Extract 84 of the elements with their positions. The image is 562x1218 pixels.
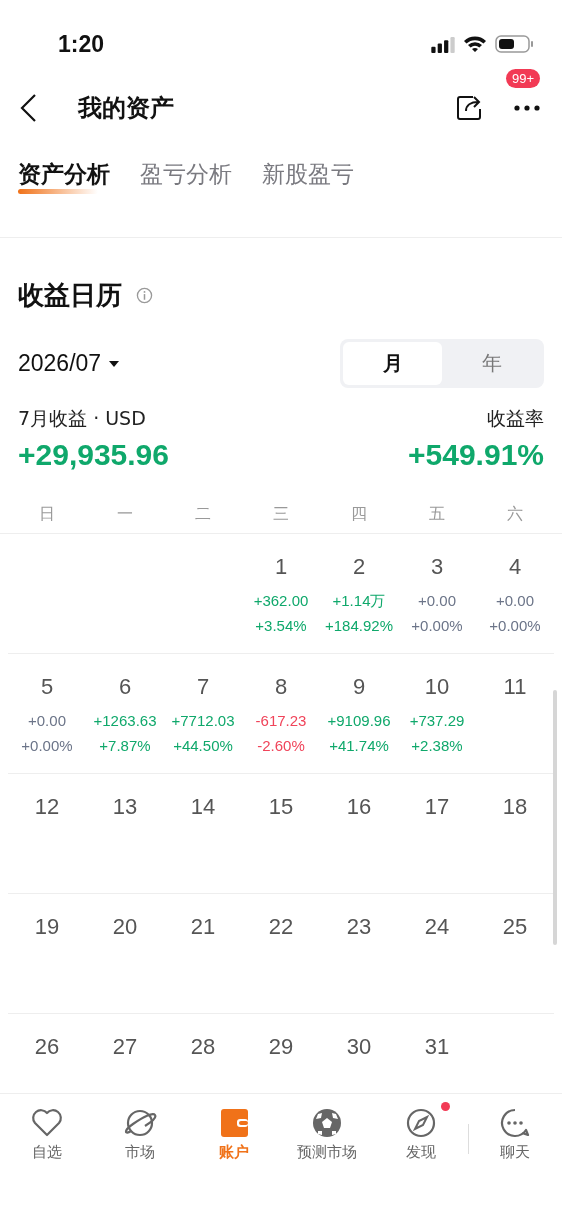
day-number: 10 (424, 674, 450, 700)
section-title: 收益日历 (18, 279, 122, 312)
daily-return: +2.38% (411, 736, 463, 756)
daily-return: +184.92% (325, 616, 393, 636)
day-number: 30 (346, 1034, 372, 1060)
nav-tab[interactable]: 发现 (374, 1106, 468, 1162)
rate-value: +549.91% (408, 438, 544, 472)
daily-profit: +1263.63 (93, 711, 157, 731)
day-number: 9 (352, 674, 366, 700)
day-number: 17 (424, 794, 450, 820)
nav-tab[interactable]: 聊天 (468, 1106, 562, 1162)
daily-profit: -617.23 (255, 711, 307, 731)
day-number: 24 (424, 914, 450, 940)
daily-return: +0.00% (411, 616, 463, 636)
day-number: 26 (34, 1034, 60, 1060)
daily-return: -2.60% (257, 736, 305, 756)
info-icon[interactable] (136, 287, 153, 304)
date-picker[interactable]: 2026/07 (18, 350, 120, 377)
day-number: 13 (112, 794, 138, 820)
day-number: 14 (190, 794, 216, 820)
daily-profit: +737.29 (409, 711, 465, 731)
day-number: 28 (190, 1034, 216, 1060)
daily-profit: +0.00 (418, 591, 456, 611)
day-number: 8 (274, 674, 288, 700)
daily-return: +0.00% (21, 736, 73, 756)
tab[interactable]: 新股盈亏 (262, 158, 354, 190)
day-number: 12 (34, 794, 60, 820)
day-number: 25 (502, 914, 528, 940)
tab[interactable]: 盈亏分析 (140, 158, 232, 190)
daily-return: +3.54% (255, 616, 307, 636)
toggle-option[interactable]: 年 (442, 342, 541, 385)
day-number: 19 (34, 914, 60, 940)
day-number: 22 (268, 914, 294, 940)
daily-return: +7.87% (99, 736, 151, 756)
weekday-label: 一 (116, 504, 134, 525)
day-number: 20 (112, 914, 138, 940)
back-icon[interactable] (18, 93, 38, 123)
weekday-label: 五 (428, 504, 446, 525)
nav-tab[interactable]: 预测市场 (280, 1106, 374, 1162)
notification-badge: 99+ (506, 69, 541, 88)
day-number: 18 (502, 794, 528, 820)
signal-icon (431, 35, 455, 53)
day-number: 1 (274, 554, 288, 580)
weekday-label: 六 (506, 504, 524, 525)
toggle-option[interactable]: 月 (343, 342, 442, 385)
rate-label: 收益率 (487, 406, 544, 431)
weekday-label: 三 (272, 504, 290, 525)
earnings-label: 7月收益 · USD (18, 406, 147, 431)
weekday-label: 二 (194, 504, 212, 525)
daily-profit: +1.14万 (332, 591, 386, 611)
more-icon[interactable] (514, 105, 540, 111)
day-number: 7 (196, 674, 210, 700)
day-number: 23 (346, 914, 372, 940)
day-number: 27 (112, 1034, 138, 1060)
weekday-label: 日 (38, 504, 56, 525)
wifi-icon (463, 35, 487, 53)
day-number: 15 (268, 794, 294, 820)
day-number: 4 (508, 554, 522, 580)
daily-profit: +7712.03 (171, 711, 235, 731)
nav-tab[interactable]: 市场 (93, 1106, 187, 1162)
daily-return: +0.00% (489, 616, 541, 636)
daily-return: +44.50% (173, 736, 233, 756)
day-number: 3 (430, 554, 444, 580)
battery-icon (495, 35, 534, 53)
earnings-amount: +29,935.96 (18, 438, 169, 472)
day-number: 11 (503, 674, 527, 700)
day-number: 6 (118, 674, 132, 700)
daily-profit: +0.00 (28, 711, 66, 731)
daily-profit: +0.00 (496, 591, 534, 611)
nav-tab[interactable]: 自选 (0, 1106, 94, 1162)
daily-profit: +362.00 (253, 591, 309, 611)
daily-profit: +9109.96 (327, 711, 391, 731)
weekday-label: 四 (350, 504, 368, 525)
day-number: 16 (346, 794, 372, 820)
share-icon[interactable] (454, 93, 484, 123)
day-number: 29 (268, 1034, 294, 1060)
caret-icon (109, 360, 120, 367)
day-number: 2 (352, 554, 366, 580)
page-title: 我的资产 (78, 93, 175, 124)
day-number: 31 (424, 1034, 450, 1060)
daily-return: +41.74% (329, 736, 389, 756)
status-time: 1:20 (58, 30, 105, 58)
day-number: 21 (190, 914, 216, 940)
day-number: 5 (40, 674, 54, 700)
